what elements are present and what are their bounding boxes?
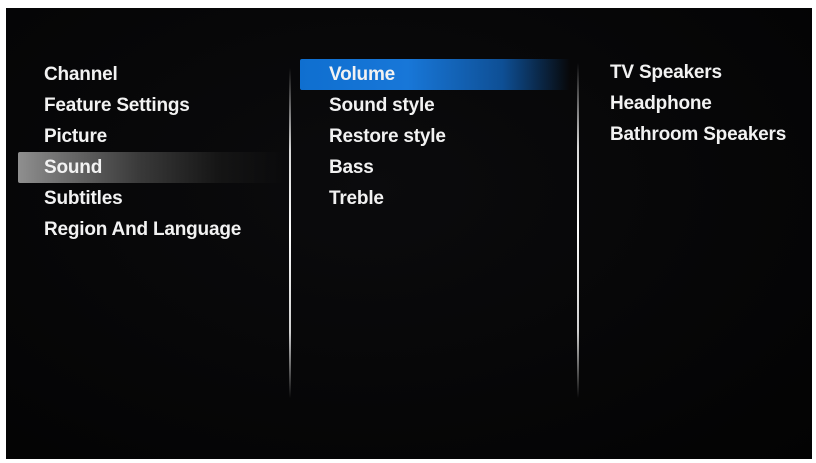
submenu-item-treble[interactable]: Treble: [300, 183, 570, 214]
option-headphone[interactable]: Headphone: [604, 88, 812, 119]
menu-item-sound[interactable]: Sound: [18, 152, 286, 183]
tv-screen: Channel Feature Settings Picture Sound S…: [6, 8, 812, 459]
menu-item-picture[interactable]: Picture: [18, 121, 286, 152]
submenu-item-volume[interactable]: Volume: [300, 59, 570, 90]
menu-item-channel[interactable]: Channel: [18, 59, 286, 90]
submenu-item-sound-style[interactable]: Sound style: [300, 90, 570, 121]
menu-item-region-and-language[interactable]: Region And Language: [18, 214, 286, 245]
submenu-item-bass[interactable]: Bass: [300, 152, 570, 183]
menu-item-subtitles[interactable]: Subtitles: [18, 183, 286, 214]
menu-divider: [289, 68, 291, 398]
menu-item-feature-settings[interactable]: Feature Settings: [18, 90, 286, 121]
main-menu: Channel Feature Settings Picture Sound S…: [18, 59, 286, 245]
submenu-divider: [577, 63, 579, 398]
submenu-item-restore-style[interactable]: Restore style: [300, 121, 570, 152]
option-bathroom-speakers[interactable]: Bathroom Speakers: [604, 119, 812, 150]
option-tv-speakers[interactable]: TV Speakers: [604, 57, 812, 88]
volume-options: TV Speakers Headphone Bathroom Speakers: [604, 57, 812, 150]
sound-submenu: Volume Sound style Restore style Bass Tr…: [300, 59, 570, 214]
